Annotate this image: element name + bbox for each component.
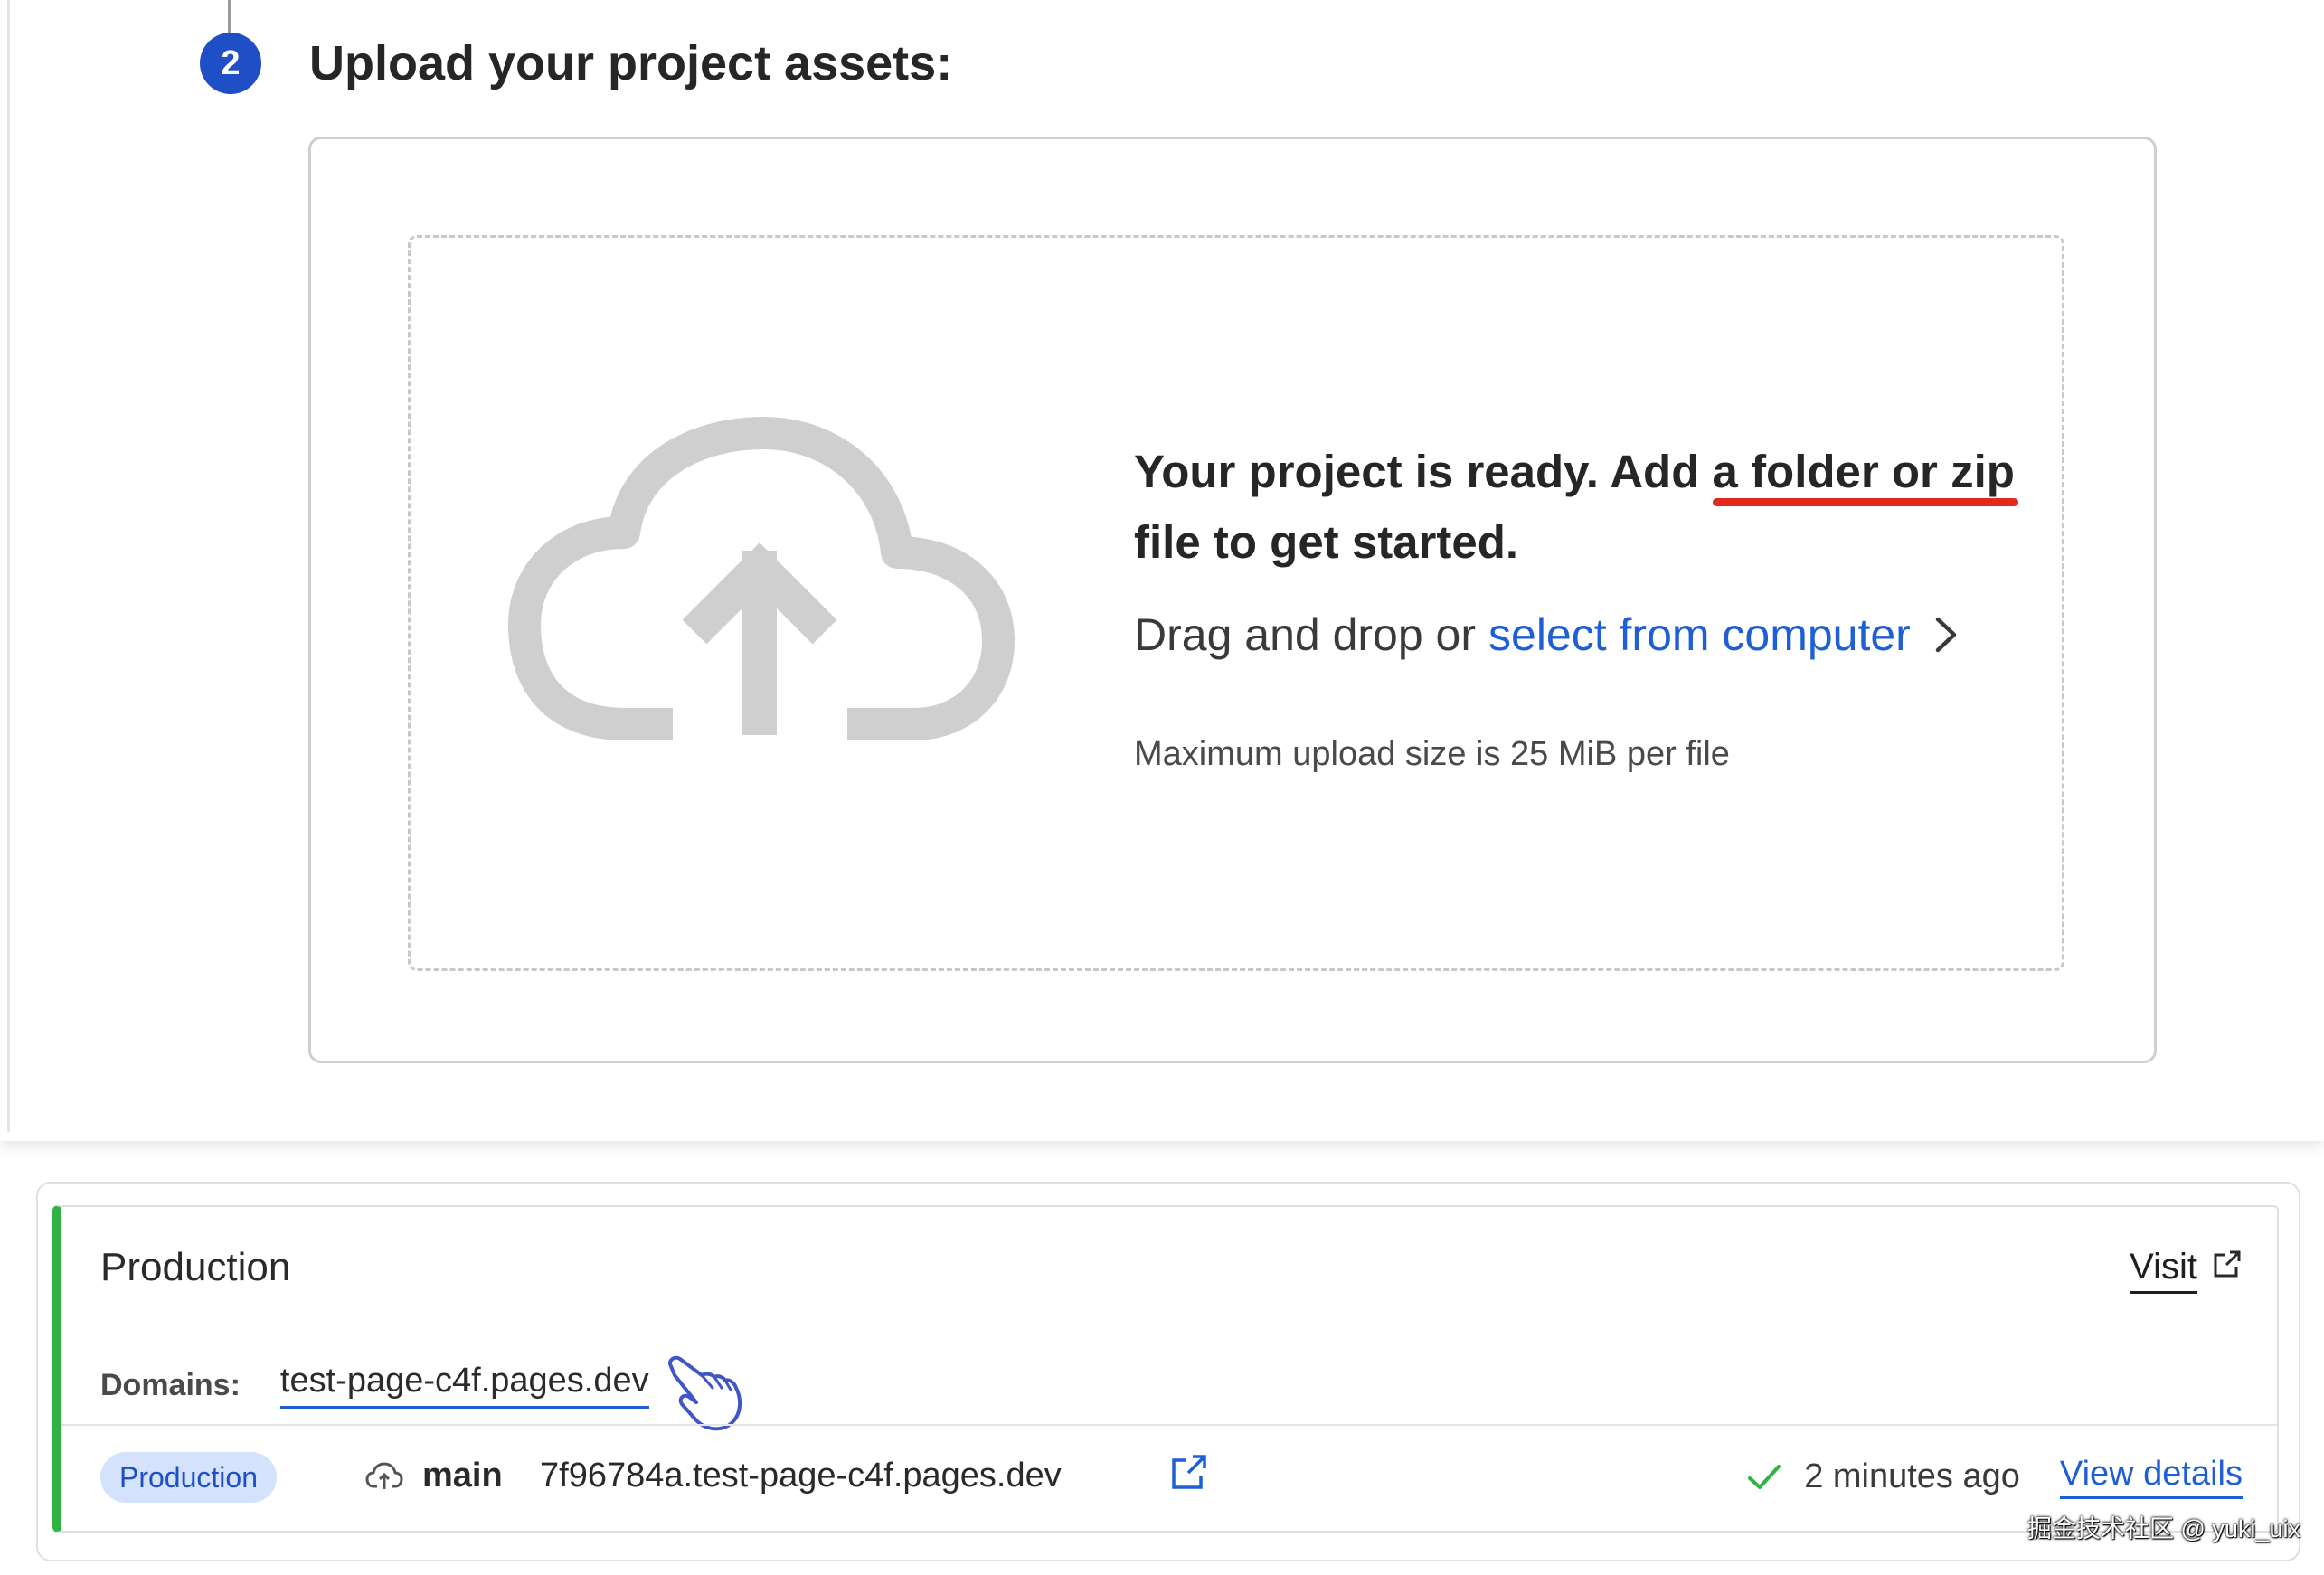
drag-drop-text: Drag and drop or — [1134, 609, 1477, 660]
select-from-computer-link[interactable]: select from computer — [1488, 608, 1911, 661]
check-icon — [1748, 1464, 1781, 1489]
domains-label: Domains: — [100, 1367, 241, 1402]
deployment-time: 2 minutes ago — [1804, 1457, 2020, 1495]
step-number-badge: 2 — [200, 33, 261, 94]
production-domain-link[interactable]: test-page-c4f.pages.dev — [279, 1362, 649, 1409]
view-details-link[interactable]: View details — [2059, 1455, 2243, 1499]
visit-link[interactable]: Visit — [2130, 1247, 2243, 1294]
production-status-badge: Production — [100, 1452, 277, 1503]
external-link-icon — [2214, 1250, 2241, 1278]
ready-message-start: Your project is ready. Add — [1134, 446, 1713, 497]
step-connector-line — [228, 0, 231, 33]
drag-drop-line: Drag and drop or select from computer — [1134, 608, 1961, 661]
chevron-right-icon[interactable] — [1931, 614, 1961, 655]
max-upload-size-note: Maximum upload size is 25 MiB per file — [1134, 735, 1730, 773]
ready-message: Your project is ready. Add a folder or z… — [1134, 437, 2052, 578]
upload-section: 2 Upload your project assets: Your proje… — [0, 0, 2324, 1141]
production-deployment-card: Production Visit Domains: test-page-c4f.… — [52, 1205, 2279, 1533]
folder-or-zip-highlight: a folder or zip — [1712, 446, 2015, 497]
upload-dropzone[interactable]: Your project is ready. Add a folder or z… — [408, 235, 2064, 971]
watermark: 掘金技术社区 @ yuki_uix — [2027, 1515, 2300, 1542]
deployment-url: 7f96784a.test-page-c4f.pages.dev — [540, 1457, 1062, 1495]
visit-label: Visit — [2130, 1247, 2197, 1294]
production-title: Production — [100, 1245, 291, 1289]
upload-card: Your project is ready. Add a folder or z… — [308, 137, 2157, 1063]
card-divider — [61, 1424, 2277, 1426]
step-title: Upload your project assets: — [309, 36, 953, 90]
deployment-row: Production main 7f96784a.test-page-c4f.p… — [100, 1448, 2243, 1511]
section-left-border — [7, 0, 10, 1132]
cloud-upload-icon — [508, 417, 1015, 740]
branch-name: main — [422, 1457, 503, 1495]
deployment-external-link-icon[interactable] — [1170, 1453, 1208, 1491]
deployment-status-group: 2 minutes ago View details — [1746, 1455, 2243, 1499]
pointing-hand-icon — [667, 1355, 742, 1431]
ready-message-end: file to get started. — [1134, 516, 1519, 568]
cloud-upload-small-icon — [365, 1462, 403, 1489]
domains-row: Domains: test-page-c4f.pages.dev — [100, 1335, 747, 1435]
